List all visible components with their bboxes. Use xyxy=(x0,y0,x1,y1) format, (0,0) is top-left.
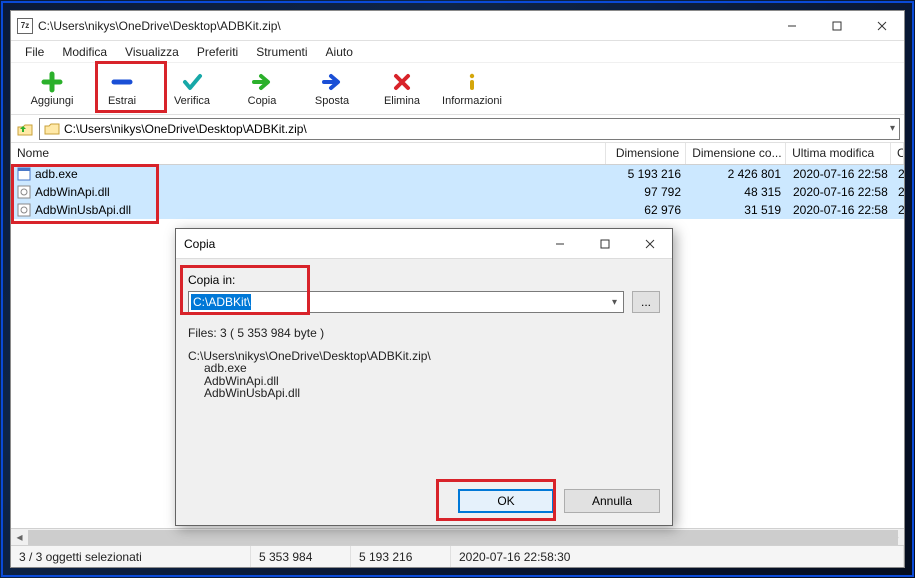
dialog-titlebar: Copia xyxy=(176,229,672,259)
column-headers: Nome Dimensione Dimensione co... Ultima … xyxy=(11,143,904,165)
dialog-close-button[interactable] xyxy=(627,230,672,258)
menu-favorites[interactable]: Preferiti xyxy=(189,43,246,61)
scroll-thumb[interactable] xyxy=(28,530,898,545)
file-size: 97 792 xyxy=(607,185,687,199)
col-packed[interactable]: Dimensione co... xyxy=(686,143,786,164)
ok-button[interactable]: OK xyxy=(458,489,554,513)
file-modified: 2020-07-16 22:58 xyxy=(787,167,892,181)
test-label: Verifica xyxy=(174,95,210,107)
status-file-size: 5 193 216 xyxy=(351,546,451,567)
delete-button[interactable]: Elimina xyxy=(367,65,437,113)
file-packed: 31 519 xyxy=(687,203,787,217)
dialog-info: Files: 3 ( 5 353 984 byte ) C:\Users\nik… xyxy=(188,327,660,400)
add-label: Aggiungi xyxy=(31,95,74,107)
menu-view[interactable]: Visualizza xyxy=(117,43,187,61)
dialog-file-1: adb.exe xyxy=(188,362,660,375)
file-name: AdbWinUsbApi.dll xyxy=(35,203,131,217)
col-crc[interactable]: Cr xyxy=(891,143,904,164)
titlebar: 7z C:\Users\nikys\OneDrive\Desktop\ADBKi… xyxy=(11,11,904,41)
browse-button[interactable]: ... xyxy=(632,291,660,313)
col-modified[interactable]: Ultima modifica xyxy=(786,143,891,164)
plus-icon xyxy=(41,71,63,93)
menu-help[interactable]: Aiuto xyxy=(318,43,361,61)
status-selection: 3 / 3 oggetti selezionati xyxy=(11,546,251,567)
file-row[interactable]: AdbWinUsbApi.dll 62 976 31 519 2020-07-1… xyxy=(11,201,904,219)
file-modified: 2020-07-16 22:58 xyxy=(787,203,892,217)
toolbar: Aggiungi Estrai Verifica Copia Sposta xyxy=(11,63,904,115)
file-size: 5 193 216 xyxy=(607,167,687,181)
menu-file[interactable]: File xyxy=(17,43,52,61)
copy-label: Copia xyxy=(248,95,277,107)
file-crc: 20 xyxy=(892,203,904,217)
chevron-down-icon: ▾ xyxy=(890,123,895,134)
statusbar: 3 / 3 oggetti selezionati 5 353 984 5 19… xyxy=(11,545,904,567)
file-name: AdbWinApi.dll xyxy=(35,185,110,199)
move-button[interactable]: Sposta xyxy=(297,65,367,113)
minimize-button[interactable] xyxy=(769,12,814,40)
delete-label: Elimina xyxy=(384,95,420,107)
file-packed: 48 315 xyxy=(687,185,787,199)
check-icon xyxy=(181,71,203,93)
status-total-size: 5 353 984 xyxy=(251,546,351,567)
file-row[interactable]: adb.exe 5 193 216 2 426 801 2020-07-16 2… xyxy=(11,165,904,183)
app-icon: 7z xyxy=(17,18,33,34)
destination-path-input[interactable]: C:\ADBKit\ ▾ xyxy=(188,291,624,313)
window-title: C:\Users\nikys\OneDrive\Desktop\ADBKit.z… xyxy=(38,19,281,33)
dll-icon xyxy=(17,203,31,217)
copy-to-label: Copia in: xyxy=(188,273,660,287)
menubar: File Modifica Visualizza Preferiti Strum… xyxy=(11,41,904,63)
menu-tools[interactable]: Strumenti xyxy=(248,43,315,61)
dll-icon xyxy=(17,185,31,199)
move-label: Sposta xyxy=(315,95,349,107)
horizontal-scrollbar[interactable]: ◂ ▸ xyxy=(11,528,904,545)
dialog-minimize-button[interactable] xyxy=(537,230,582,258)
test-button[interactable]: Verifica xyxy=(157,65,227,113)
add-button[interactable]: Aggiungi xyxy=(17,65,87,113)
chevron-down-icon: ▾ xyxy=(606,297,623,308)
files-count-line: Files: 3 ( 5 353 984 byte ) xyxy=(188,327,660,340)
col-size[interactable]: Dimensione xyxy=(606,143,686,164)
extract-label: Estrai xyxy=(108,95,136,107)
destination-path-text: C:\ADBKit\ xyxy=(191,294,251,310)
folder-icon xyxy=(44,122,60,136)
dialog-title: Copia xyxy=(184,237,215,251)
minus-icon xyxy=(111,71,133,93)
dialog-file-3: AdbWinUsbApi.dll xyxy=(188,387,660,400)
close-button[interactable] xyxy=(859,12,904,40)
extract-button[interactable]: Estrai xyxy=(87,65,157,113)
file-packed: 2 426 801 xyxy=(687,167,787,181)
scroll-track[interactable] xyxy=(28,529,887,546)
copy-dialog: Copia Copia in: C:\ADBKit\ ▾ ... Files: … xyxy=(175,228,673,526)
file-name: adb.exe xyxy=(35,167,78,181)
info-button[interactable]: Informazioni xyxy=(437,65,507,113)
pathbar: C:\Users\nikys\OneDrive\Desktop\ADBKit.z… xyxy=(11,115,904,143)
outer-highlight-frame: 7z C:\Users\nikys\OneDrive\Desktop\ADBKi… xyxy=(1,1,914,577)
dialog-body: Copia in: C:\ADBKit\ ▾ ... Files: 3 ( 5 … xyxy=(176,259,672,525)
arrow-right-blue-icon xyxy=(321,71,343,93)
info-label: Informazioni xyxy=(442,95,502,107)
file-crc: 20 xyxy=(892,185,904,199)
exe-icon xyxy=(17,167,31,181)
path-text: C:\Users\nikys\OneDrive\Desktop\ADBKit.z… xyxy=(64,122,307,136)
col-name[interactable]: Nome xyxy=(11,143,606,164)
file-rows: adb.exe 5 193 216 2 426 801 2020-07-16 2… xyxy=(11,165,904,219)
up-folder-button[interactable] xyxy=(15,119,35,139)
info-icon xyxy=(461,71,483,93)
x-icon xyxy=(391,71,413,93)
scroll-left-icon[interactable]: ◂ xyxy=(11,529,28,546)
cancel-button[interactable]: Annulla xyxy=(564,489,660,513)
menu-edit[interactable]: Modifica xyxy=(54,43,115,61)
copy-button[interactable]: Copia xyxy=(227,65,297,113)
maximize-button[interactable] xyxy=(814,12,859,40)
source-path: C:\Users\nikys\OneDrive\Desktop\ADBKit.z… xyxy=(188,350,660,363)
status-datetime: 2020-07-16 22:58:30 xyxy=(451,546,904,567)
file-crc: 20 xyxy=(892,167,904,181)
arrow-right-green-icon xyxy=(251,71,273,93)
file-size: 62 976 xyxy=(607,203,687,217)
dialog-maximize-button[interactable] xyxy=(582,230,627,258)
path-combobox[interactable]: C:\Users\nikys\OneDrive\Desktop\ADBKit.z… xyxy=(39,118,900,140)
file-row[interactable]: AdbWinApi.dll 97 792 48 315 2020-07-16 2… xyxy=(11,183,904,201)
file-modified: 2020-07-16 22:58 xyxy=(787,185,892,199)
